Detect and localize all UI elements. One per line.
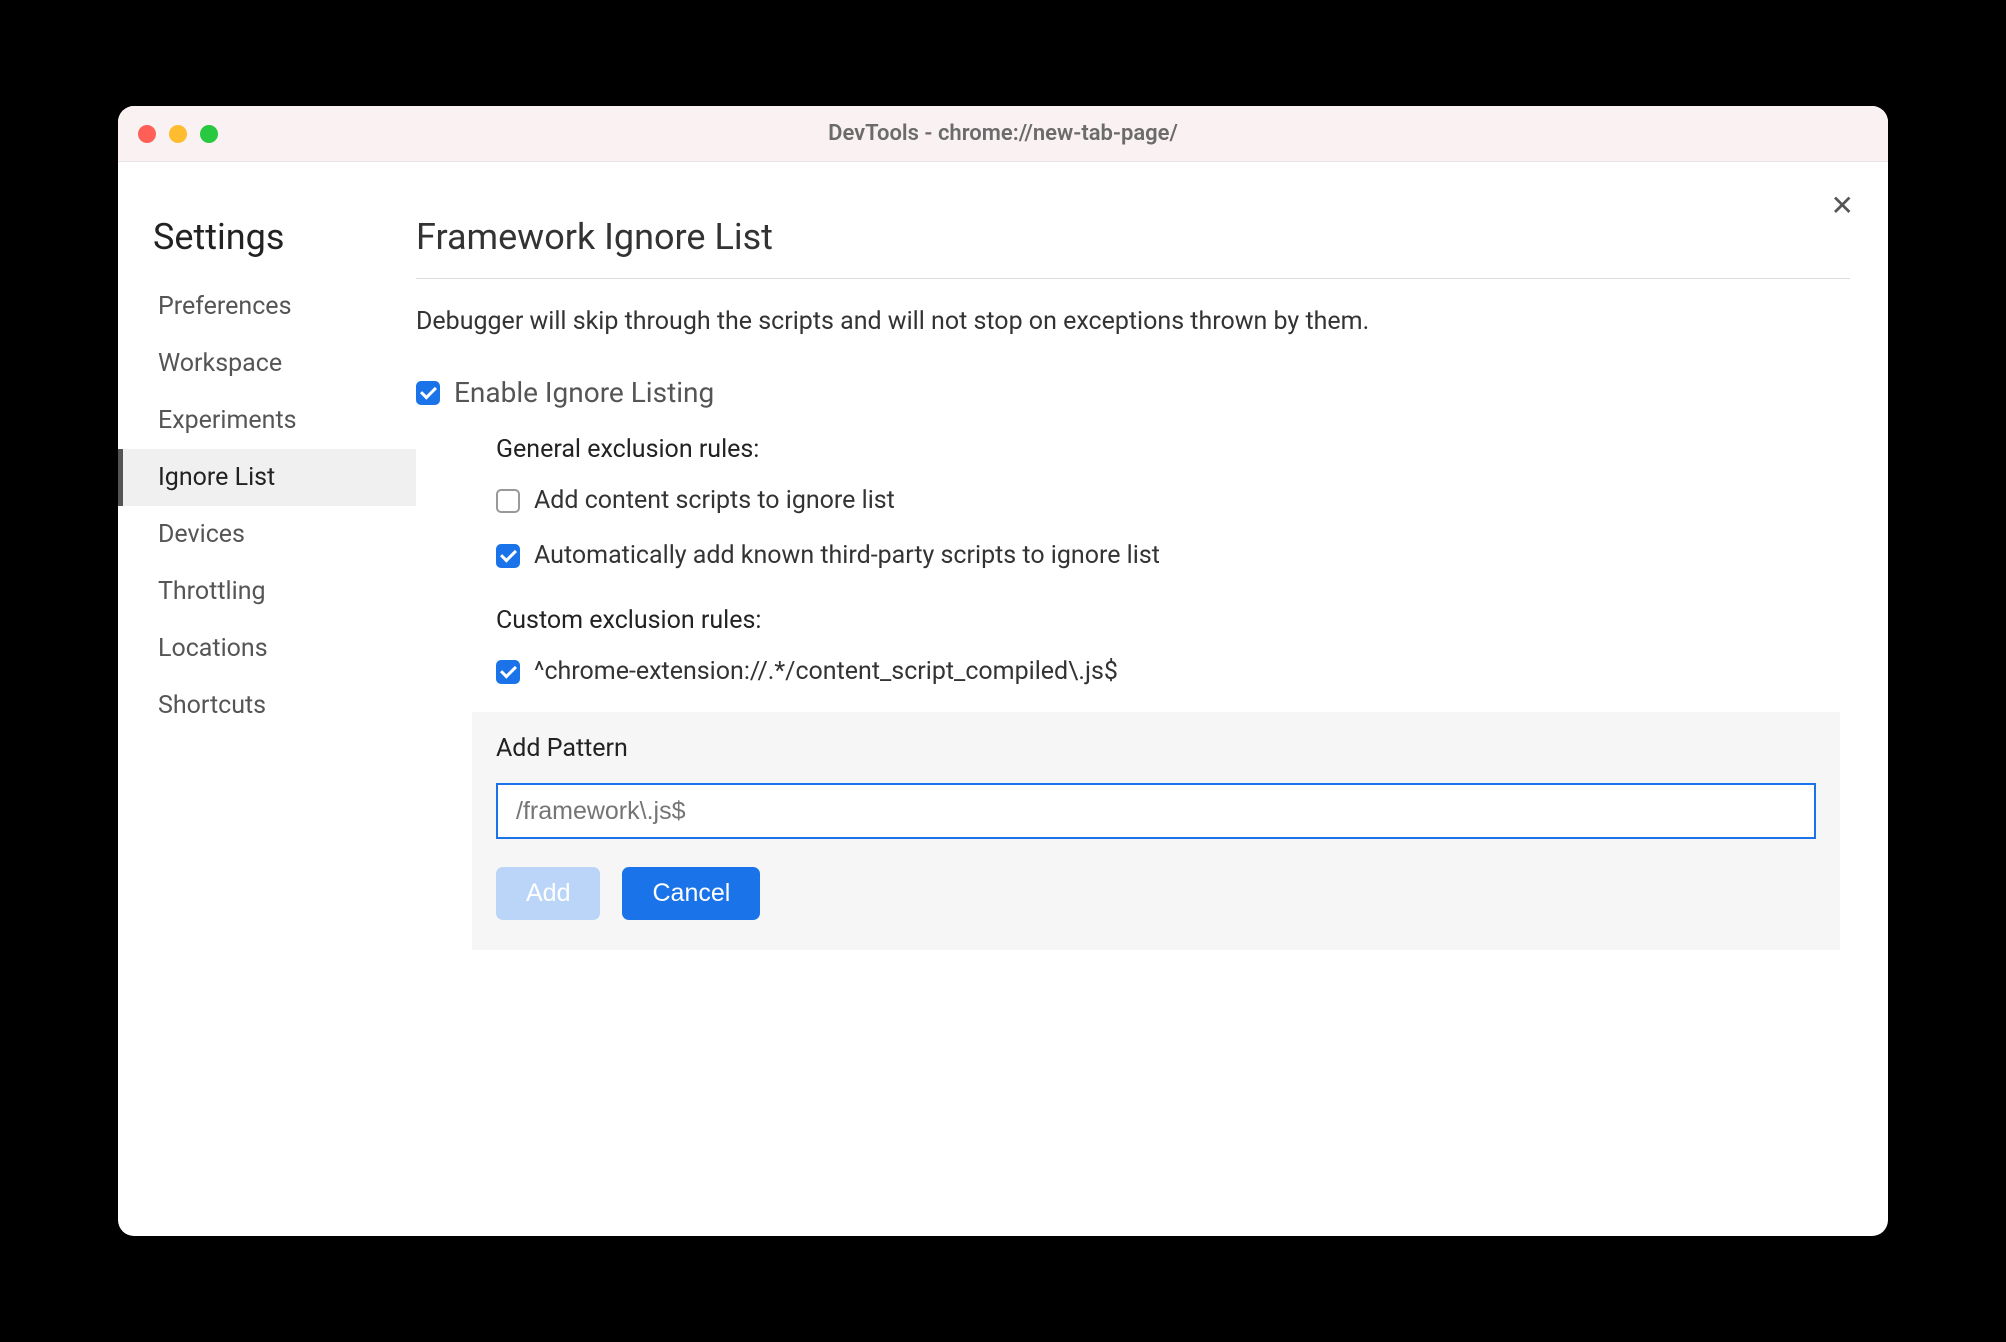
settings-main-panel: Framework Ignore List Debugger will skip… [416,162,1888,1236]
sidebar-title: Settings [118,216,416,278]
sidebar-item-ignore-list[interactable]: Ignore List [118,449,416,506]
close-icon[interactable]: ✕ [1831,192,1854,220]
sidebar-item-throttling[interactable]: Throttling [118,563,416,620]
custom-rule-checkbox[interactable] [496,660,520,684]
sidebar-item-locations[interactable]: Locations [118,620,416,677]
general-rule-row: Automatically add known third-party scri… [496,541,1850,570]
minimize-window-button[interactable] [169,125,187,143]
custom-rule-label: ^chrome-extension://.*/content_script_co… [534,657,1118,686]
pattern-input[interactable] [496,783,1816,839]
general-rule-label: Add content scripts to ignore list [534,486,895,515]
general-rule-row: Add content scripts to ignore list [496,486,1850,515]
traffic-lights [138,125,218,143]
add-pattern-buttons: Add Cancel [496,867,1816,920]
add-button[interactable]: Add [496,867,600,920]
settings-content: ✕ Settings PreferencesWorkspaceExperimen… [118,162,1888,1236]
general-rule-checkbox[interactable] [496,489,520,513]
page-description: Debugger will skip through the scripts a… [416,307,1850,336]
enable-ignore-listing-label: Enable Ignore Listing [454,376,714,409]
maximize-window-button[interactable] [200,125,218,143]
page-title: Framework Ignore List [416,216,1850,279]
sidebar-item-workspace[interactable]: Workspace [118,335,416,392]
custom-rule-row: ^chrome-extension://.*/content_script_co… [496,657,1850,686]
window-title: DevTools - chrome://new-tab-page/ [828,121,1178,146]
settings-sidebar: Settings PreferencesWorkspaceExperiments… [118,162,416,1236]
general-rule-checkbox[interactable] [496,544,520,568]
sidebar-item-devices[interactable]: Devices [118,506,416,563]
enable-ignore-listing-row: Enable Ignore Listing [416,376,1850,409]
enable-ignore-listing-checkbox[interactable] [416,381,440,405]
custom-exclusion-title: Custom exclusion rules: [496,606,1850,635]
sidebar-item-experiments[interactable]: Experiments [118,392,416,449]
sidebar-item-preferences[interactable]: Preferences [118,278,416,335]
general-exclusion-section: General exclusion rules: Add content scr… [496,435,1850,570]
add-pattern-section: Add Pattern Add Cancel [472,712,1840,950]
close-window-button[interactable] [138,125,156,143]
window-titlebar: DevTools - chrome://new-tab-page/ [118,106,1888,162]
custom-exclusion-section: Custom exclusion rules: ^chrome-extensio… [496,606,1850,950]
sidebar-item-shortcuts[interactable]: Shortcuts [118,677,416,734]
cancel-button[interactable]: Cancel [622,867,760,920]
add-pattern-title: Add Pattern [496,734,1816,763]
general-rule-label: Automatically add known third-party scri… [534,541,1160,570]
devtools-settings-window: DevTools - chrome://new-tab-page/ ✕ Sett… [118,106,1888,1236]
general-exclusion-title: General exclusion rules: [496,435,1850,464]
